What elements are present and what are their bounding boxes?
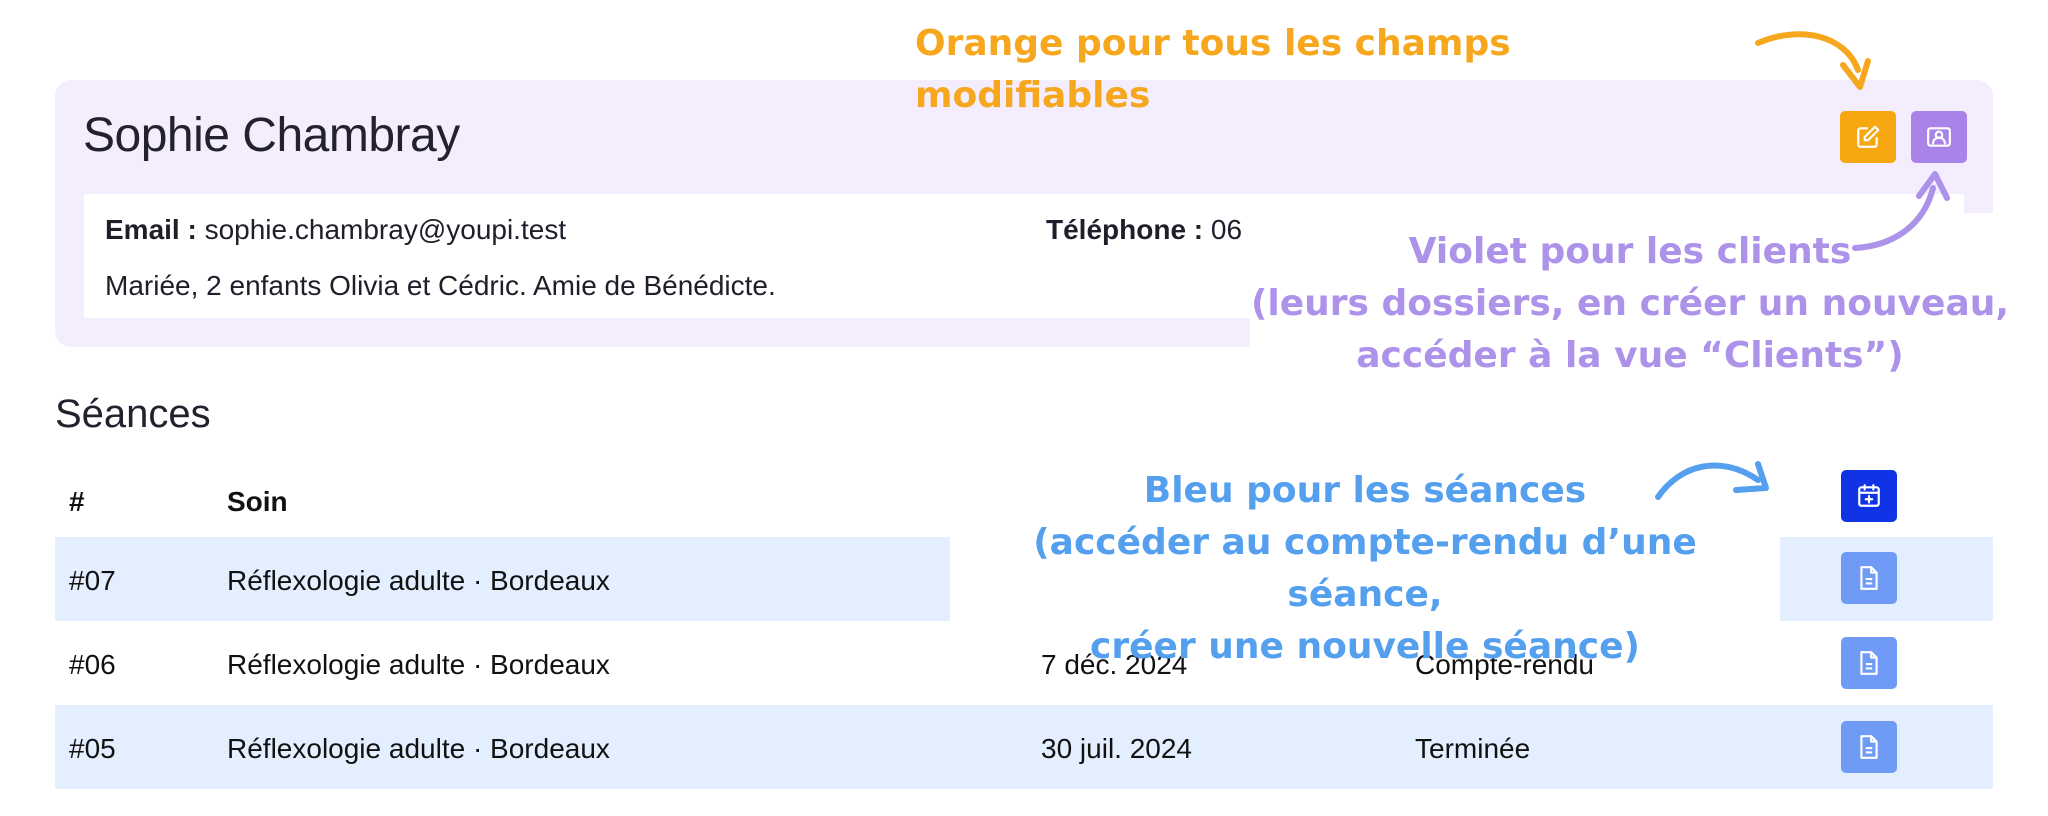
- clients-view-button[interactable]: [1911, 111, 1967, 163]
- blue-arrow-icon: [1655, 461, 1769, 500]
- sessions-title: Séances: [55, 392, 211, 436]
- session-date: 30 juil. 2024: [1041, 733, 1193, 764]
- session-number: #06: [69, 649, 116, 680]
- phone-value: 06: [1210, 214, 1243, 245]
- client-phone: Téléphone : 06: [1046, 214, 1242, 246]
- column-header-number: #: [69, 486, 85, 517]
- violet-arrow-icon: [1852, 171, 1950, 251]
- pencil-square-icon: [1857, 125, 1880, 148]
- edit-client-button[interactable]: [1840, 111, 1896, 163]
- contact-card-icon: [1927, 127, 1951, 147]
- session-soin: Réflexologie adulte · Bordeaux: [227, 733, 610, 764]
- email-value: sophie.chambray@youpi.test: [204, 214, 567, 245]
- email-label: Email :: [105, 214, 197, 245]
- client-name: Sophie Chambray: [83, 109, 460, 162]
- orange-annotation: Orange pour tous les champs modifiables: [915, 23, 1511, 116]
- session-number: #07: [69, 565, 116, 596]
- column-header-soin: Soin: [227, 486, 288, 517]
- document-icon: [1860, 735, 1878, 759]
- session-soin: Réflexologie adulte · Bordeaux: [227, 565, 610, 596]
- session-status: Terminée: [1415, 733, 1531, 764]
- phone-label: Téléphone :: [1046, 214, 1204, 245]
- client-notes: Mariée, 2 enfants Olivia et Cédric. Amie…: [105, 270, 776, 301]
- orange-arrow-icon: [1755, 31, 1871, 90]
- blue-annotation-line: (accéder au compte-rendu d’une séance,: [1033, 522, 1697, 615]
- session-report-button[interactable]: [1841, 552, 1897, 604]
- document-icon: [1860, 651, 1878, 675]
- session-report-button[interactable]: [1841, 721, 1897, 773]
- document-icon: [1860, 566, 1878, 590]
- session-soin: Réflexologie adulte · Bordeaux: [227, 649, 610, 680]
- session-report-button[interactable]: [1841, 637, 1897, 689]
- client-email: Email : sophie.chambray@youpi.test: [105, 214, 566, 246]
- violet-annotation-line: accéder à la vue “Clients”): [1356, 335, 1904, 376]
- calendar-plus-icon: [1858, 484, 1880, 507]
- blue-annotation-line: créer une nouvelle séance): [1090, 626, 1640, 667]
- new-session-button[interactable]: [1841, 470, 1897, 522]
- session-number: #05: [69, 733, 116, 764]
- violet-annotation-line: (leurs dossiers, en créer un nouveau,: [1250, 283, 2010, 324]
